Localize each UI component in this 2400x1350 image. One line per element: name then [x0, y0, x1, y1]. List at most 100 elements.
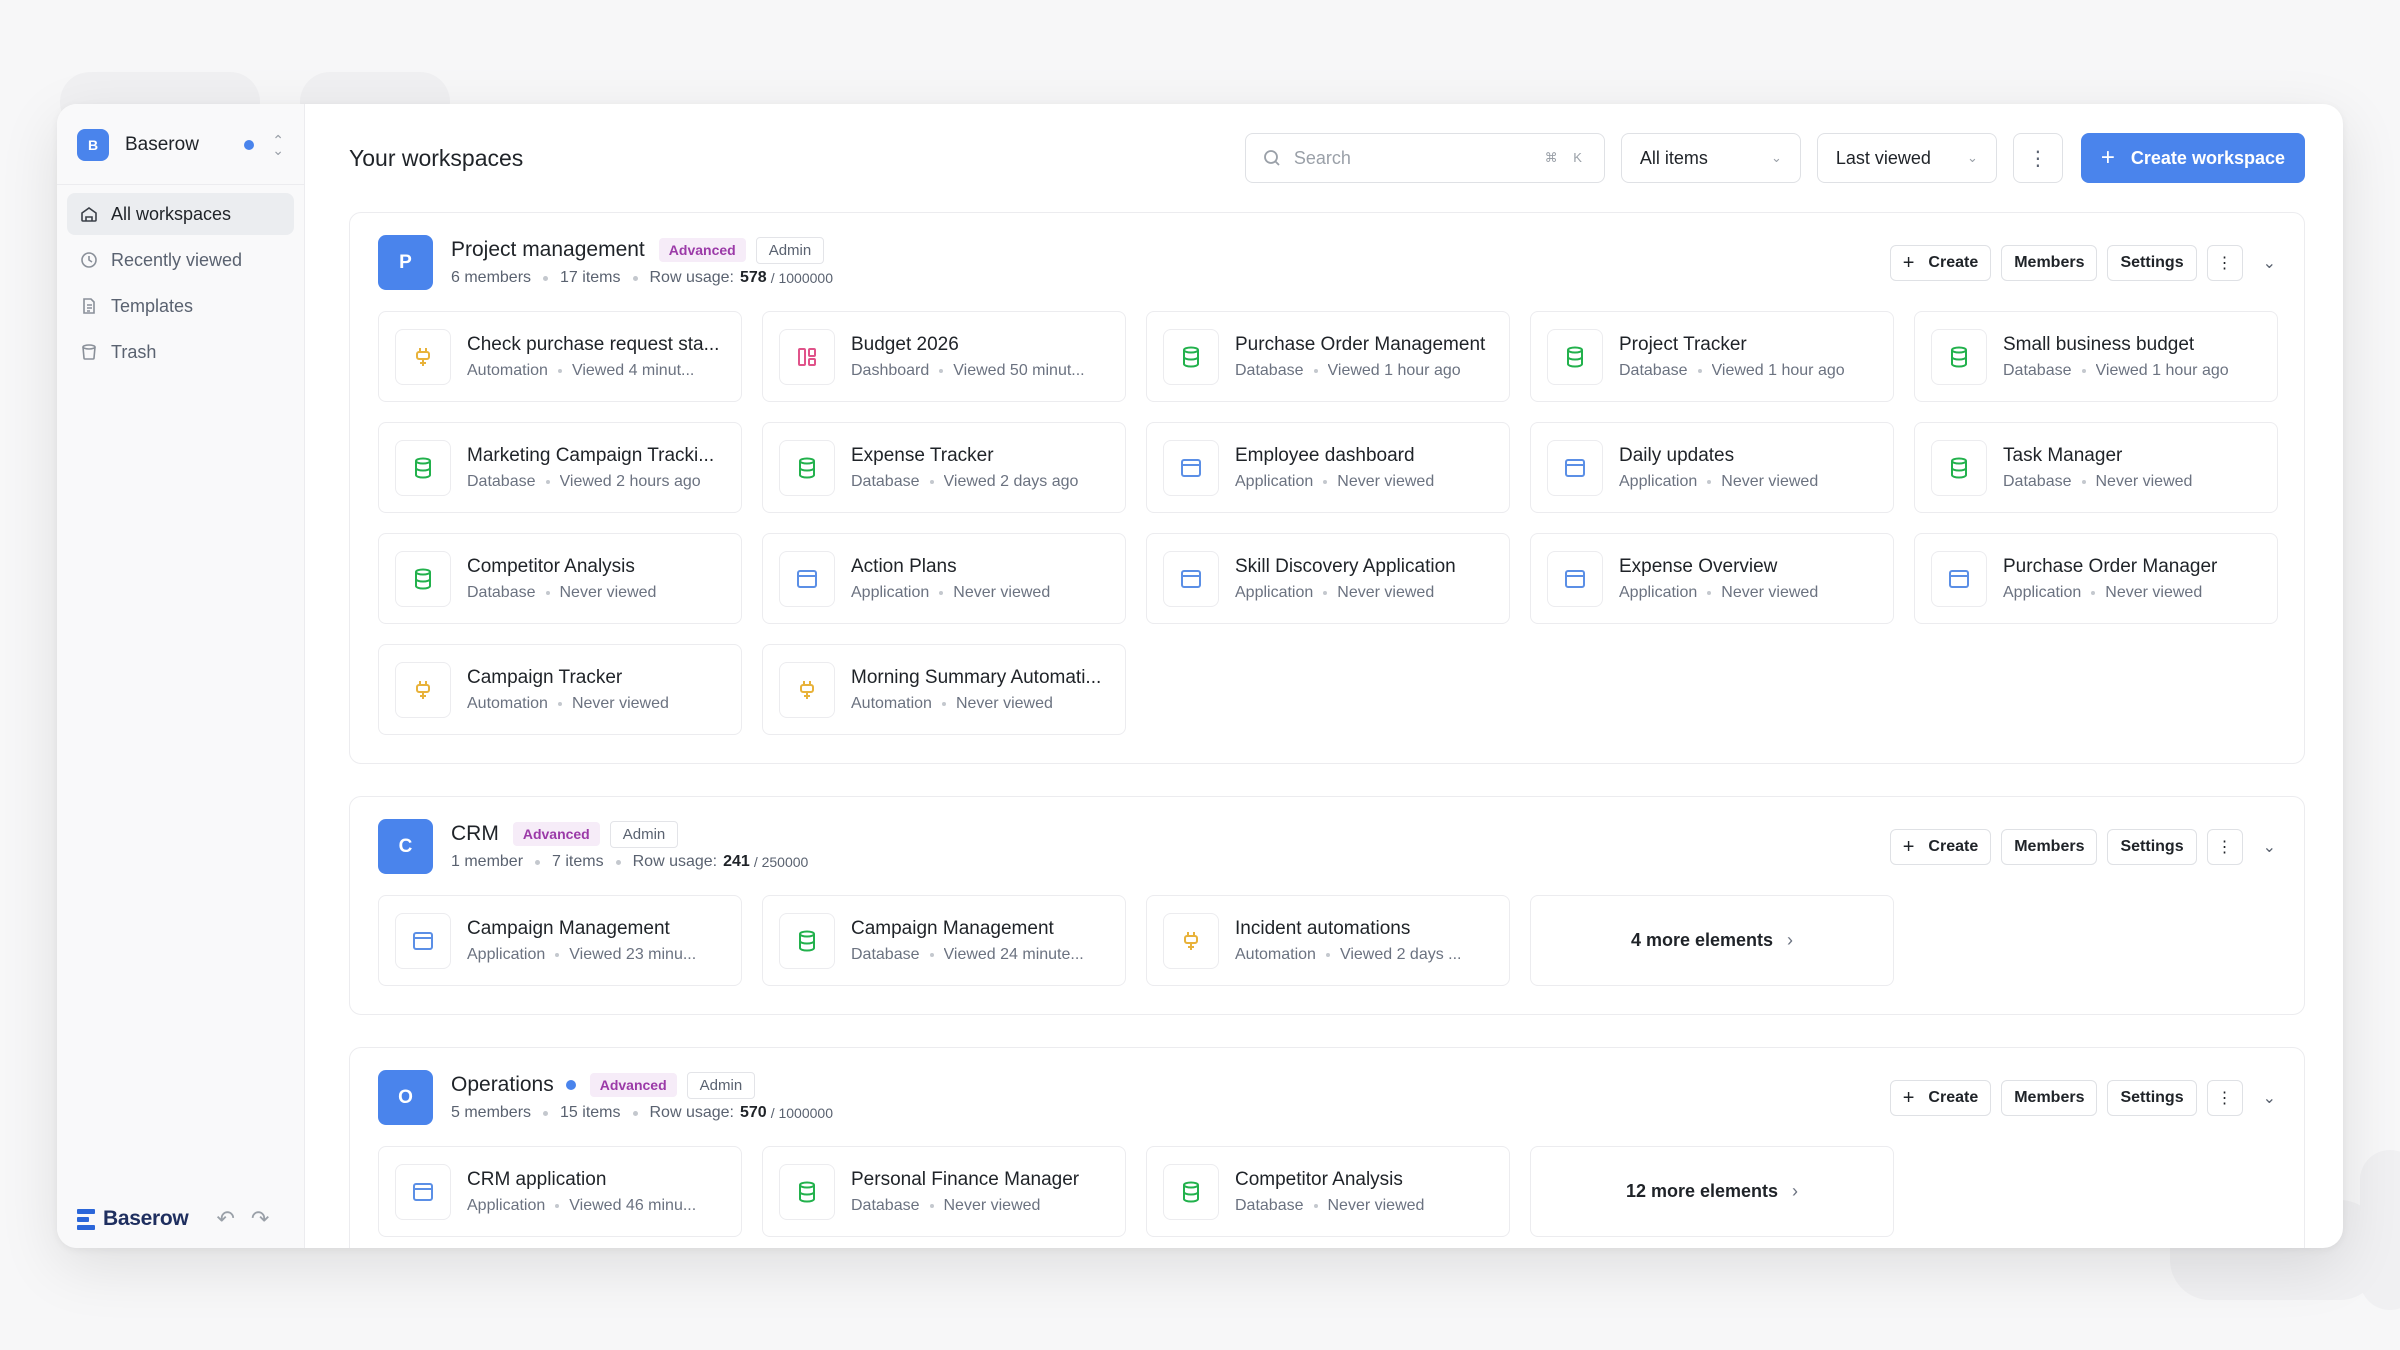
workspace-item[interactable]: Campaign Management Database Viewed 24 m… — [762, 895, 1126, 986]
more-vertical-icon: ⋮ — [2216, 255, 2233, 272]
item-text: Incident automations Automation Viewed 2… — [1235, 918, 1493, 964]
dashboard-icon — [798, 347, 816, 366]
workspace-title[interactable]: Project management — [451, 238, 645, 262]
workspace-item[interactable]: Campaign Management Application Viewed 2… — [378, 895, 742, 986]
collapse-chevron-icon[interactable]: ⌄ — [2263, 1088, 2276, 1108]
settings-button[interactable]: Settings — [2107, 245, 2197, 281]
item-name: Competitor Analysis — [467, 555, 635, 577]
item-type-icon-box — [779, 661, 835, 718]
item-type: Automation — [467, 694, 548, 712]
workspace-item[interactable]: Expense Tracker Database Viewed 2 days a… — [762, 422, 1126, 513]
workspace-item[interactable]: Purchase Order Management Database Viewe… — [1146, 311, 1510, 402]
collapse-chevron-icon[interactable]: ⌄ — [2263, 253, 2276, 273]
item-text: Expense Tracker Database Viewed 2 days a… — [851, 445, 1109, 491]
item-count: 17 items — [560, 269, 621, 286]
baserow-logo-text: Baserow — [103, 1207, 189, 1230]
member-count: 6 members — [451, 269, 532, 286]
workspace-item[interactable]: Campaign Tracker Automation Never viewed — [378, 644, 742, 735]
workspace-header: O Operations Advanced Admin 5 members 15… — [378, 1070, 2276, 1126]
plus-icon: + — [1902, 251, 1915, 274]
redo-icon[interactable]: ↷ — [251, 1206, 269, 1232]
workspace-item[interactable]: Personal Finance Manager Database Never … — [762, 1146, 1126, 1237]
item-name: Small business budget — [2003, 333, 2195, 355]
plus-icon: + — [2100, 144, 2115, 171]
item-type: Database — [467, 583, 536, 601]
workspace-item[interactable]: Morning Summary Automati... Automation N… — [762, 644, 1126, 735]
workspace-switcher[interactable]: B Baserow ⌃ ⌄ — [57, 116, 304, 174]
create-button[interactable]: + Create — [1889, 1080, 1992, 1116]
item-name: Campaign Management — [467, 917, 670, 939]
item-name: Expense Tracker — [851, 444, 994, 466]
workspace-avatar: P — [378, 235, 433, 290]
separator-dot — [543, 275, 549, 281]
more-elements-button[interactable]: 12 more elements › — [1530, 1146, 1894, 1237]
item-text: Employee dashboard Application Never vie… — [1235, 445, 1493, 491]
item-text: Daily updates Application Never viewed — [1619, 445, 1877, 491]
workspace-item[interactable]: Expense Overview Application Never viewe… — [1530, 533, 1894, 624]
create-button[interactable]: + Create — [1889, 245, 1992, 281]
item-meta: Database Never viewed — [1235, 1197, 1493, 1215]
workspace-item[interactable]: Employee dashboard Application Never vie… — [1146, 422, 1510, 513]
workspace-title[interactable]: CRM — [451, 822, 499, 846]
database-icon — [1567, 346, 1583, 368]
members-button[interactable]: Members — [2001, 1080, 2098, 1116]
undo-icon[interactable]: ↶ — [216, 1206, 234, 1232]
more-elements-button[interactable]: 4 more elements › — [1530, 895, 1894, 986]
separator-dot — [632, 275, 638, 281]
workspace-item[interactable]: Project Tracker Database Viewed 1 hour a… — [1530, 311, 1894, 402]
app-window: B Baserow ⌃ ⌄ All workspaces Recently vie… — [57, 104, 2343, 1248]
more-options-button[interactable]: ⋮ — [2012, 133, 2063, 183]
item-type-icon-box — [779, 1163, 835, 1220]
workspace-item[interactable]: Small business budget Database Viewed 1 … — [1914, 311, 2278, 402]
workspace-item[interactable]: CRM application Application Viewed 46 mi… — [378, 1146, 742, 1237]
workspace-item[interactable]: Marketing Campaign Tracki... Database Vi… — [378, 422, 742, 513]
item-meta: Application Never viewed — [851, 584, 1109, 602]
item-name: Expense Overview — [1619, 555, 1778, 577]
settings-button[interactable]: Settings — [2107, 829, 2197, 865]
separator-dot — [1313, 1203, 1318, 1208]
search-input[interactable]: Search ⌘ K — [1244, 133, 1605, 183]
settings-button[interactable]: Settings — [2107, 1080, 2197, 1116]
workspace-item[interactable]: Purchase Order Manager Application Never… — [1914, 533, 2278, 624]
workspace-more-button[interactable]: ⋮ — [2206, 1080, 2243, 1116]
item-name: Marketing Campaign Tracki... — [467, 444, 715, 466]
members-button[interactable]: Members — [2001, 245, 2098, 281]
sidebar-item-all-workspaces[interactable]: All workspaces — [67, 193, 294, 235]
workspace-title[interactable]: Operations — [451, 1073, 554, 1097]
member-count: 1 member — [451, 853, 524, 870]
item-type-icon-box — [395, 661, 451, 718]
workspace-more-button[interactable]: ⋮ — [2206, 829, 2243, 865]
workspace-item[interactable]: Competitor Analysis Database Never viewe… — [378, 533, 742, 624]
sidebar-item-recently-viewed[interactable]: Recently viewed — [67, 239, 294, 281]
workspace-item[interactable]: Budget 2026 Dashboard Viewed 50 minut... — [762, 311, 1126, 402]
workspace-item[interactable]: Check purchase request sta... Automation… — [378, 311, 742, 402]
page-header: Your workspaces Search ⌘ K All items ⌄ L… — [349, 104, 2305, 212]
database-icon — [415, 457, 431, 479]
item-meta: Database Viewed 24 minute... — [851, 946, 1109, 964]
database-icon — [1183, 1181, 1199, 1203]
workspace-title-row: Project management Advanced Admin — [451, 235, 833, 265]
workspace-meta: 6 members 17 items Row usage: 578 / 1000… — [451, 269, 833, 287]
main-content: Your workspaces Search ⌘ K All items ⌄ L… — [305, 104, 2343, 1248]
workspace-item[interactable]: Daily updates Application Never viewed — [1530, 422, 1894, 513]
separator-dot — [2091, 590, 2096, 595]
workspace-item[interactable]: Competitor Analysis Database Never viewe… — [1146, 1146, 1510, 1237]
item-type-icon-box — [1163, 912, 1219, 969]
workspace-item[interactable]: Task Manager Database Never viewed — [1914, 422, 2278, 513]
create-button[interactable]: + Create — [1889, 829, 1992, 865]
workspace-item[interactable]: Action Plans Application Never viewed — [762, 533, 1126, 624]
sidebar-item-templates[interactable]: Templates — [67, 285, 294, 327]
workspace-item[interactable]: Incident automations Automation Viewed 2… — [1146, 895, 1510, 986]
collapse-chevron-icon[interactable]: ⌄ — [2263, 837, 2276, 857]
search-icon — [1263, 150, 1280, 166]
item-meta: Database Viewed 2 days ago — [851, 473, 1109, 491]
filter-select[interactable]: All items ⌄ — [1620, 133, 1801, 183]
automation-icon — [800, 680, 814, 699]
workspace-item[interactable]: Skill Discovery Application Application … — [1146, 533, 1510, 624]
sidebar-item-trash[interactable]: Trash — [67, 331, 294, 373]
workspace-more-button[interactable]: ⋮ — [2206, 245, 2243, 281]
members-button[interactable]: Members — [2001, 829, 2098, 865]
create-workspace-button[interactable]: + Create workspace — [2080, 133, 2305, 183]
sort-select[interactable]: Last viewed ⌄ — [1816, 133, 1997, 183]
workspace-name: Baserow — [125, 134, 199, 155]
